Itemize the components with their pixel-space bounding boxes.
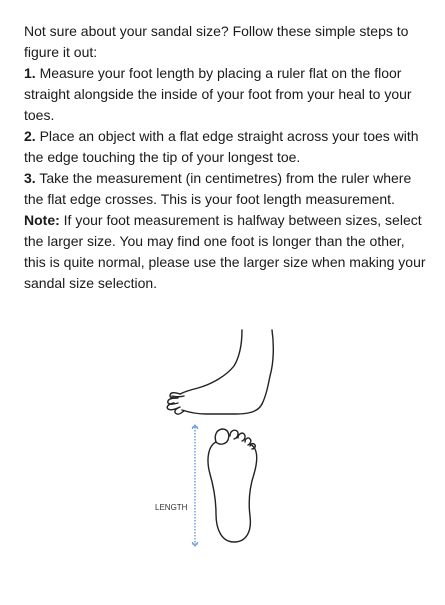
step-text: Measure your foot length by placing a ru… (24, 65, 412, 123)
instructions: Not sure about your sandal size? Follow … (24, 21, 429, 294)
step-text: Place an object with a flat edge straigh… (24, 128, 419, 165)
step-1: 1. Measure your foot length by placing a… (24, 63, 429, 126)
step-text: Take the measurement (in centimetres) fr… (24, 170, 412, 207)
step-3: 3. Take the measurement (in centimetres)… (24, 168, 429, 210)
foot-diagram-svg: LENGTH (155, 329, 275, 547)
note-label: Note: (24, 212, 60, 228)
foot-measurement-diagram: LENGTH (150, 326, 290, 551)
length-ruler-icon (191, 424, 199, 547)
step-number: 3. (24, 170, 36, 186)
step-number: 1. (24, 65, 36, 81)
intro-text: Not sure about your sandal size? Follow … (24, 23, 409, 60)
step-2: 2. Place an object with a flat edge stra… (24, 126, 429, 168)
note-text: If your foot measurement is halfway betw… (24, 212, 426, 291)
length-label: LENGTH (155, 503, 188, 512)
foot-sole-icon (207, 428, 258, 543)
step-number: 2. (24, 128, 36, 144)
note: Note: If your foot measurement is halfwa… (24, 210, 429, 294)
foot-side-view-icon (166, 329, 275, 415)
